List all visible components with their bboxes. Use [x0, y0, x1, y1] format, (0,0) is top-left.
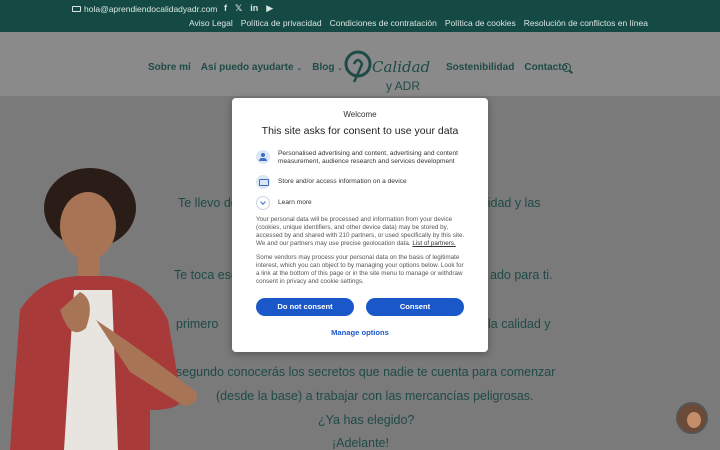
- legal-aviso[interactable]: Aviso Legal: [189, 18, 233, 28]
- consent-paragraph-2: Some vendors may process your personal d…: [256, 254, 464, 285]
- nav-sostenibilidad[interactable]: Sostenibilidad: [446, 62, 514, 73]
- purpose-text: Personalised advertising and content, ad…: [278, 150, 458, 165]
- social-links: f 𝕏 in ▶: [224, 3, 273, 14]
- site-header: Sobre mí Así puedo ayudarte ⌄ Blog ⌄ Cal…: [0, 32, 720, 96]
- content-line-7: ¡Adelante!: [332, 436, 389, 450]
- logo-line1: Calidad: [372, 58, 430, 76]
- youtube-icon[interactable]: ▶: [266, 3, 273, 14]
- nav-label: Blog: [312, 62, 335, 73]
- nav-asi-puedo-ayudarte[interactable]: Así puedo ayudarte ⌄: [201, 62, 302, 73]
- site-logo[interactable]: Calidad y ADR: [340, 42, 430, 94]
- x-icon[interactable]: 𝕏: [235, 3, 242, 14]
- avatar: [687, 412, 701, 428]
- main-nav-right: Sostenibilidad Contacto: [446, 62, 568, 73]
- chevron-down-icon: [256, 196, 270, 210]
- do-not-consent-button[interactable]: Do not consent: [256, 298, 354, 316]
- learn-more-label: Learn more: [278, 199, 312, 206]
- person-icon: [256, 150, 270, 164]
- content-line-6: ¿Ya has elegido?: [318, 413, 415, 427]
- top-bar: hola@aprendiendocalidadyadr.com f 𝕏 in ▶…: [0, 0, 720, 32]
- mail-icon: [72, 6, 81, 12]
- facebook-icon[interactable]: f: [224, 3, 227, 14]
- linkedin-icon[interactable]: in: [250, 3, 258, 14]
- email-text: hola@aprendiendocalidadyadr.com: [84, 4, 218, 14]
- chat-avatar-button[interactable]: [676, 402, 708, 434]
- purpose-storage: Store and/or access information on a dev…: [256, 175, 464, 189]
- nav-sobre-mi[interactable]: Sobre mí: [148, 62, 191, 73]
- nav-blog[interactable]: Blog ⌄: [312, 62, 343, 73]
- learn-more-toggle[interactable]: Learn more: [256, 196, 464, 210]
- content-line-5: (desde la base) a trabajar con las merca…: [216, 389, 534, 403]
- email-link[interactable]: hola@aprendiendocalidadyadr.com: [72, 4, 217, 14]
- consent-dialog: Welcome This site asks for consent to us…: [232, 98, 488, 352]
- content-line-3-right: la calidad y: [488, 317, 551, 331]
- dialog-welcome: Welcome: [343, 110, 377, 119]
- device-icon: [256, 175, 270, 189]
- legal-links: Aviso Legal Política de privacidad Condi…: [189, 18, 648, 28]
- legal-conflictos[interactable]: Resolución de conflictos en línea: [524, 18, 648, 28]
- purpose-advertising: Personalised advertising and content, ad…: [256, 150, 464, 166]
- purpose-text: Store and/or access information on a dev…: [278, 178, 407, 185]
- nav-label: Así puedo ayudarte: [200, 62, 294, 73]
- manage-options-link[interactable]: Manage options: [232, 328, 488, 337]
- content-line-4: segundo conocerás los secretos que nadie…: [176, 365, 556, 379]
- dialog-title: This site asks for consent to use your d…: [261, 125, 459, 137]
- chevron-down-icon: ⌄: [296, 65, 303, 72]
- legal-cookies[interactable]: Política de cookies: [445, 18, 516, 28]
- search-icon[interactable]: [562, 63, 571, 72]
- logo-line2: y ADR: [386, 79, 420, 93]
- partners-link[interactable]: List of partners.: [412, 240, 455, 247]
- content-line-2-right: ado para ti.: [490, 268, 553, 282]
- consent-paragraph-1: Your personal data will be processed and…: [256, 216, 466, 248]
- consent-button[interactable]: Consent: [366, 298, 464, 316]
- legal-privacidad[interactable]: Política de privacidad: [241, 18, 322, 28]
- legal-condiciones[interactable]: Condiciones de contratación: [330, 18, 437, 28]
- author-photo: [10, 168, 197, 450]
- main-nav-left: Sobre mí Así puedo ayudarte ⌄ Blog ⌄: [148, 62, 343, 73]
